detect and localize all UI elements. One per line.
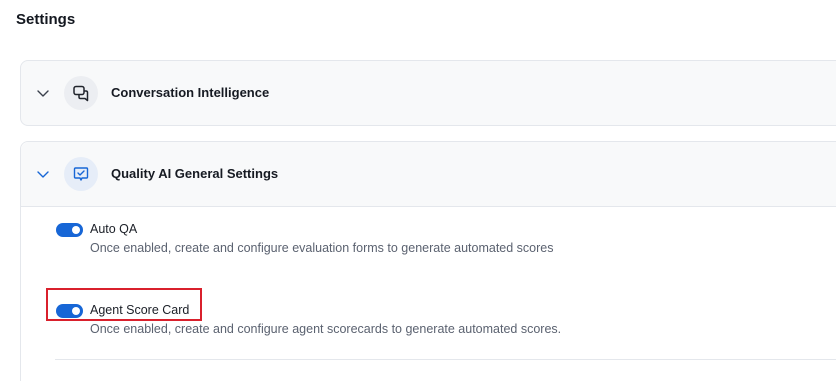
chevron-down-icon[interactable] xyxy=(35,85,51,101)
section-header-quality-ai-general-settings[interactable]: Quality AI General Settings xyxy=(21,142,836,207)
auto-qa-toggle[interactable] xyxy=(56,223,83,237)
setting-description: Once enabled, create and configure evalu… xyxy=(90,241,554,255)
setting-label: Agent Score Card xyxy=(90,303,190,317)
divider xyxy=(55,359,836,360)
section-title: Quality AI General Settings xyxy=(111,166,279,181)
setting-description: Once enabled, create and configure agent… xyxy=(90,322,562,336)
section-quality-ai-general-settings: Quality AI General Settings Auto QA Once… xyxy=(20,141,836,381)
section-header-conversation-intelligence[interactable]: Conversation Intelligence xyxy=(21,61,836,125)
section-conversation-intelligence: Conversation Intelligence xyxy=(20,60,836,126)
chat-bubbles-icon xyxy=(64,76,98,110)
page-title: Settings xyxy=(16,11,76,28)
chevron-down-icon[interactable] xyxy=(35,166,51,182)
section-title: Conversation Intelligence xyxy=(111,85,270,100)
agent-score-card-toggle[interactable] xyxy=(56,304,83,318)
checkmark-message-icon xyxy=(64,157,98,191)
setting-label: Auto QA xyxy=(90,222,138,236)
